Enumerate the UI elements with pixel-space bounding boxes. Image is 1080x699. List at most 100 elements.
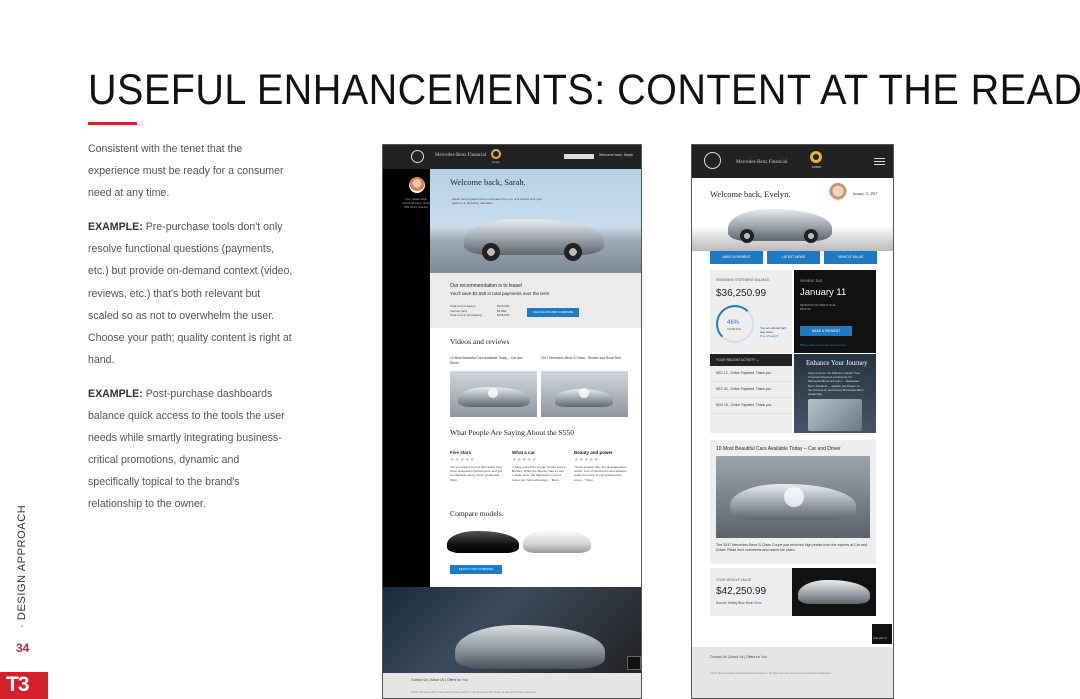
video-thumbnail[interactable] xyxy=(716,456,870,538)
desktop-sidebar: Your relationship Sarah Stringer (310) 5… xyxy=(383,169,430,587)
make-payment-button[interactable]: MAKE A PAYMENT xyxy=(800,326,852,336)
vehicle-value-amount: $42,250.99 xyxy=(716,586,767,597)
footer-links[interactable]: Contact Us | About Us | Offers for You xyxy=(710,655,767,659)
mercedes-logo-icon[interactable] xyxy=(411,150,424,163)
payment-due-card: PAYMENT DUE January 11 MINIMUM PAYMENT D… xyxy=(794,270,876,353)
play-icon[interactable] xyxy=(784,487,804,507)
smart-logo-icon[interactable] xyxy=(810,151,822,163)
smart-logo-icon[interactable] xyxy=(491,149,501,159)
search-input[interactable] xyxy=(564,154,594,159)
example-label: EXAMPLE: xyxy=(88,221,143,234)
more-link[interactable]: More xyxy=(754,601,762,605)
recommendation-savings: You'll save $3,559 in total payments ove… xyxy=(450,291,551,296)
recent-activity-header[interactable]: YOUR RECENT ACTIVITY ⌄ xyxy=(710,354,792,366)
payment-due-date: January 11 xyxy=(800,287,847,298)
video-caption[interactable]: 10 Most Beautiful Cars Available Today –… xyxy=(450,356,530,365)
reviews-section-title: What People Are Saying About the S550 xyxy=(450,428,575,437)
promo-card[interactable]: Enhance Your Journey Apply now for the P… xyxy=(794,354,876,433)
video-caption: The 2017 Mercedes-Benz S-Class Coupe jus… xyxy=(716,543,868,552)
example-text: Post-purchase dashboards balance quick a… xyxy=(88,387,285,511)
activity-item: DEC 12 - Online Payment. Thank you. xyxy=(710,366,792,382)
minimum-payment: MINIMUM PAYMENT DUE $450.00 xyxy=(800,303,836,311)
desktop-header: Mercedes-Benz Financial smart Welcome ba… xyxy=(383,145,641,169)
smart-label: smart xyxy=(812,165,821,169)
footer-legal: ©2017 Mercedes-Benz Financial Services U… xyxy=(710,672,831,675)
slide-title: USEFUL ENHANCEMENTS: CONTENT AT THE READ… xyxy=(88,66,1080,114)
promo-text: Apply now for the Platinum Card® from Am… xyxy=(808,371,864,397)
payment-due-label: PAYMENT DUE xyxy=(800,279,823,283)
wheel-shape xyxy=(564,243,582,261)
chat-label: Chat with Us xyxy=(873,637,887,640)
brand-name: Mercedes-Benz Financial xyxy=(435,153,487,158)
recommendation-headline: Our recommendation is to lease! xyxy=(450,283,523,289)
compare-section-title: Compare models. xyxy=(450,509,504,518)
example-paragraph-2: EXAMPLE: Post-purchase dashboards balanc… xyxy=(88,383,293,516)
progress-label: COMPLETE xyxy=(727,328,741,331)
wheel-shape xyxy=(740,229,754,243)
lifestyle-banner-image xyxy=(383,587,641,673)
vehicle-value-source: Source: Kelley Blue Book More xyxy=(716,601,762,605)
quick-action-tabs: MAKE A PAYMENT LATEST NEWS VEHICLE VALUE xyxy=(710,251,877,265)
tab-make-payment[interactable]: MAKE A PAYMENT xyxy=(710,251,763,264)
account-greeting[interactable]: Welcome back, Sarah xyxy=(599,153,633,157)
hamburger-menu-icon[interactable] xyxy=(874,158,885,165)
chat-button[interactable]: Chat with Us xyxy=(872,624,892,644)
credit-card-image xyxy=(808,399,862,431)
play-icon[interactable] xyxy=(579,388,589,398)
avatar[interactable] xyxy=(829,183,847,201)
brand-name: Mercedes-Benz Financial xyxy=(736,160,788,165)
recent-activity-card: YOUR RECENT ACTIVITY ⌄ DEC 12 - Online P… xyxy=(710,354,792,433)
payoff-link[interactable]: Pay off early? xyxy=(760,334,778,338)
video-card: 10 Most Beautiful Cars Available Today –… xyxy=(710,440,876,564)
review-body: "As you expect from a Mercedes, they hav… xyxy=(450,465,503,482)
mobile-mockup: Mercedes-Benz Financial smart Welcome ba… xyxy=(691,144,894,699)
review-card: Five stars ★★★★★ "As you expect from a M… xyxy=(450,450,506,482)
desktop-hero: Welcome back, Sarah. Sarah has prepared … xyxy=(430,169,641,273)
review-heading: Beauty and power xyxy=(574,450,613,455)
review-heading: What a car xyxy=(512,450,535,455)
mercedes-logo-icon[interactable] xyxy=(704,152,721,169)
car-image xyxy=(455,625,605,669)
review-body: "I have owned for a year. Cruise over a … xyxy=(512,465,566,482)
recommendation-panel: Our recommendation is to lease! You'll s… xyxy=(430,273,641,328)
mobile-hero xyxy=(692,205,893,251)
t3-logo: T3 xyxy=(0,672,48,699)
play-icon[interactable] xyxy=(488,388,498,398)
intro-paragraph: Consistent with the tenet that the exper… xyxy=(88,143,284,200)
review-card: Beauty and power ★★★★★ "Great smooth rid… xyxy=(574,450,630,482)
video-thumbnail[interactable] xyxy=(450,371,537,417)
promo-title: Enhance Your Journey xyxy=(806,360,868,367)
page-number: 34 xyxy=(16,641,30,655)
current-date: January 11, 2017 xyxy=(853,192,878,196)
chat-icon[interactable] xyxy=(627,656,641,670)
review-heading: Five stars xyxy=(450,450,472,455)
vehicle-image xyxy=(792,568,876,616)
review-card: What a car ★★★★★ "I have owned for a yea… xyxy=(512,450,568,482)
star-rating: ★★★★★ xyxy=(574,457,599,463)
activity-item: NOV 18 - Online Payment. Thank you. xyxy=(710,398,792,414)
source-text: Source: Kelley Blue Book xyxy=(716,601,754,605)
hero-title: Welcome back, Sarah. xyxy=(450,177,526,187)
hero-subtitle: Sarah has prepared some information for … xyxy=(452,197,543,205)
calculate-compare-button[interactable]: CALCULATE AND COMPARE xyxy=(527,308,579,317)
select-compare-button[interactable]: SELECT AND COMPARE xyxy=(450,565,502,574)
smart-label: smart xyxy=(492,160,500,164)
balance-value: $36,250.99 xyxy=(716,288,767,299)
compare-car-image[interactable] xyxy=(447,531,519,553)
body-copy: Consistent with the tenet that the exper… xyxy=(88,138,293,528)
footer-links[interactable]: Contact Us | About Us | Offers for You xyxy=(411,678,468,682)
compare-car-image[interactable] xyxy=(523,529,591,553)
tab-vehicle-value[interactable]: VEHICLE VALUE xyxy=(824,251,877,264)
tab-latest-news[interactable]: LATEST NEWS xyxy=(767,251,820,264)
avatar[interactable] xyxy=(409,177,425,193)
billing-statements-link[interactable]: Billing Statements and Documents xyxy=(800,343,846,347)
cost-labels: Total cost of leases Interest paid Total… xyxy=(450,304,482,317)
example-text: Pre-purchase tools don't only resolve fu… xyxy=(88,221,293,366)
video-thumbnail[interactable] xyxy=(541,371,628,417)
video-title[interactable]: 10 Most Beautiful Cars Available Today –… xyxy=(716,446,841,452)
review-body: "Great smooth ride, the all suspension w… xyxy=(574,465,628,482)
video-caption[interactable]: 2017 Mercedes-Benz S-Class - Review and … xyxy=(541,356,621,361)
cost-values: $115,000 $3,884 $118,569 xyxy=(497,304,510,317)
activity-item: DEC 04 - Online Payment. Thank you. xyxy=(710,382,792,398)
greeting: Welcome back, Evelyn. xyxy=(710,189,791,199)
